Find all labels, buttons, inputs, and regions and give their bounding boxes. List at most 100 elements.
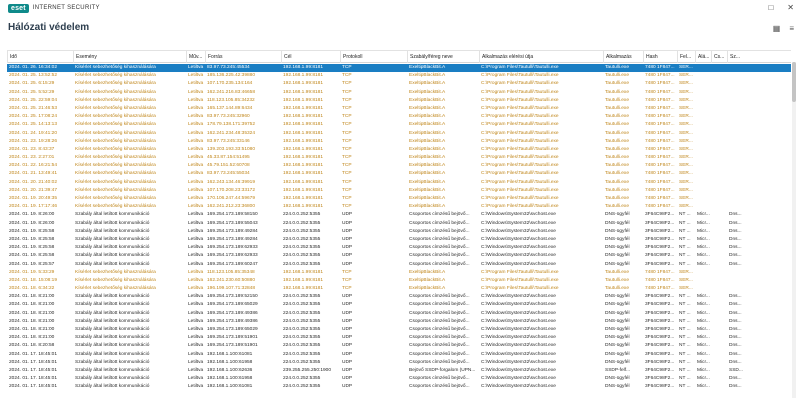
close-icon[interactable]: ✕ [787, 3, 794, 13]
scrollbar-thumb[interactable] [792, 62, 796, 102]
table-cell: 224.0.0.252:5355 [283, 384, 321, 390]
table-cell [711, 318, 727, 326]
table-row[interactable]: 2024. 01. 25. 5:52:29 Kísérlet sebezhetős… [7, 89, 791, 97]
table-cell: NT ... [679, 343, 691, 349]
table-cell: 2024. 01. 20. 21:40:02 [9, 179, 58, 185]
table-row[interactable]: 2024. 01. 19. 20:49:35 Kísérlet sebezhető… [7, 195, 791, 203]
table-cell: 224.0.0.252:5355 [283, 327, 321, 332]
table-row[interactable]: 2024. 01. 18. 8:20:58 Szabály által letil… [7, 342, 791, 350]
table-row[interactable]: 2024. 01. 18. 8:21:00 Szabály által letil… [7, 318, 791, 326]
table-cell [727, 130, 757, 138]
table-row[interactable]: 2024. 01. 19. 8:25:57 Szabály által letil… [7, 261, 791, 269]
table-row[interactable]: 2024. 01. 18. 8:21:00 Szabály által letil… [7, 326, 791, 334]
table-cell: 2024. 01. 19. 8:25:58 [9, 236, 55, 242]
table-cell [727, 113, 757, 121]
table-cell: C:\Program Files\Tautulli\Tautulli.exe [481, 114, 559, 120]
menu-icon[interactable]: ≡ [789, 25, 794, 33]
table-row[interactable]: 2024. 01. 25. 17:08:24 Kísérlet sebezhető… [7, 113, 791, 121]
table-cell: TCP [342, 196, 352, 201]
column-header[interactable]: Műv... [186, 51, 205, 63]
table-cell: TCP [342, 146, 352, 152]
table-cell: Kísérlet sebezhetőség kihasználására [75, 171, 156, 177]
table-cell: 3F64C98F2... [645, 294, 675, 300]
table-cell: Tautulli.exe [605, 146, 629, 152]
table-row[interactable]: 2024. 01. 19. 8:26:00 Szabály által letil… [7, 220, 791, 228]
table-row[interactable]: 2024. 01. 19. 8:25:58 Szabály által letil… [7, 252, 791, 260]
table-cell [711, 261, 727, 269]
table-cell: ExeltipBlackBit.A [409, 122, 446, 128]
column-header[interactable]: Hash [643, 51, 677, 63]
table-row[interactable]: 2024. 01. 18. 15:08:19 Kísérlet sebezhető… [7, 277, 791, 285]
table-row[interactable]: 2024. 01. 25. 13:52:52 Kísérlet sebezhető… [7, 72, 791, 80]
column-header[interactable]: Cs... [711, 51, 727, 63]
table-cell: NT ... [679, 253, 691, 259]
table-cell: Tautulli.exe [605, 73, 629, 79]
table-row[interactable]: 2024. 01. 19. 8:26:00 Szabály által letil… [7, 211, 791, 219]
table-row[interactable]: 2024. 01. 25. 14:13:13 Kísérlet sebezhető… [7, 121, 791, 129]
table-cell: SER... [679, 179, 693, 185]
table-cell: NT ... [679, 351, 691, 357]
column-header[interactable]: Sz... [727, 51, 757, 63]
table-cell: SER... [679, 114, 693, 120]
table-row[interactable]: 2024. 01. 19. 5:33:29 Kísérlet sebezhetős… [7, 269, 791, 277]
table-cell: 3F64C98F2... [645, 327, 675, 332]
column-header[interactable]: Idő [7, 51, 73, 63]
table-row[interactable]: 2024. 01. 25. 22:59:04 Kísérlet sebezhető… [7, 97, 791, 105]
table-cell [711, 342, 727, 350]
table-cell: Szabály által letiltott kommunikáció [75, 228, 150, 234]
table-cell: Tautulli.exe [605, 130, 629, 136]
table-cell: Tautulli.exe [605, 163, 629, 169]
table-row[interactable]: 2024. 01. 23. 19:28:26 Kísérlet sebezhető… [7, 138, 791, 146]
table-cell: 192.168.1.99:8181 [283, 286, 324, 292]
table-cell: 192.168.1.99:8181 [283, 155, 324, 161]
table-row[interactable]: 2024. 01. 17. 18:45:01 Szabály által leti… [7, 375, 791, 383]
vertical-scrollbar[interactable] [792, 62, 796, 398]
table-cell: Kísérlet sebezhetőség kihasználására [75, 155, 156, 161]
column-header[interactable]: Cél [281, 51, 340, 63]
column-header[interactable]: Fel... [677, 51, 695, 63]
table-row[interactable]: 2024. 01. 25. 6:15:29 Kísérlet sebezhetős… [7, 80, 791, 88]
table-row[interactable]: 2024. 01. 18. 8:21:00 Szabály által letil… [7, 310, 791, 318]
table-row[interactable]: 2024. 01. 19. 8:25:58 Szabály által letil… [7, 244, 791, 252]
table-row[interactable]: 2024. 01. 19. 8:25:58 Szabály által letil… [7, 228, 791, 236]
table-cell: 3F64C98F2... [645, 228, 675, 234]
table-row[interactable]: 2024. 01. 18. 8:21:00 Szabály által letil… [7, 334, 791, 342]
column-header[interactable]: Forrás [205, 51, 281, 63]
table-row[interactable]: 2024. 01. 17. 18:45:01 Szabály által leti… [7, 383, 791, 391]
table-row[interactable]: 2024. 01. 23. 2:27:01 Kísérlet sebezhetős… [7, 154, 791, 162]
table-row[interactable]: 2024. 01. 18. 6:34:22 Kísérlet sebezhetős… [7, 285, 791, 293]
table-cell: TCP [342, 204, 352, 210]
table-cell: 2024. 01. 25. 5:52:29 [9, 89, 55, 95]
table-cell: SER... [679, 163, 693, 169]
table-cell: 192.168.1.99:8181 [283, 269, 324, 275]
table-row[interactable]: 2024. 01. 19. 17:17:46 Kísérlet sebezhető… [7, 203, 791, 211]
table-row[interactable]: 2024. 01. 22. 16:21:54 Kísérlet sebezhető… [7, 162, 791, 170]
table-row[interactable]: 2024. 01. 19. 8:25:58 Szabály által letil… [7, 236, 791, 244]
table-row[interactable]: 2024. 01. 17. 18:45:01 Szabály által leti… [7, 359, 791, 367]
column-header[interactable]: Esemény [73, 51, 186, 63]
table-row[interactable]: 2024. 01. 24. 19:41:20 Kísérlet sebezhető… [7, 130, 791, 138]
table-row[interactable]: 2024. 01. 26. 16:34:02 Kísérlet sebezhető… [7, 64, 791, 73]
table-row[interactable]: 2024. 01. 25. 21:46:53 Kísérlet sebezhető… [7, 105, 791, 113]
table-row[interactable]: 2024. 01. 17. 18:45:01 Szabály által leti… [7, 367, 791, 375]
table-row[interactable]: 2024. 01. 21. 13:49:41 Kísérlet sebezhető… [7, 170, 791, 178]
table-settings-icon[interactable]: ▦ [773, 25, 781, 33]
column-header[interactable]: Alá... [695, 51, 711, 63]
table-cell: NT ... [679, 335, 691, 341]
table-row[interactable]: 2024. 01. 18. 8:21:00 Szabály által letil… [7, 301, 791, 309]
table-cell: Letiltva [188, 294, 204, 300]
table-cell: Szabály által letiltott kommunikáció [75, 318, 150, 324]
table-row[interactable]: 2024. 01. 17. 18:45:01 Szabály által leti… [7, 351, 791, 359]
table-row[interactable]: 2024. 01. 20. 21:40:02 Kísérlet sebezhető… [7, 179, 791, 187]
table-cell [727, 80, 757, 88]
table-row[interactable]: 2024. 01. 20. 21:39:47 Kísérlet sebezhető… [7, 187, 791, 195]
maximize-icon[interactable]: □ [768, 3, 773, 13]
column-header[interactable]: Protokoll [340, 51, 407, 63]
table-row[interactable]: 2024. 01. 18. 8:21:00 Szabály által letil… [7, 293, 791, 301]
column-header[interactable]: Alkalmazás [603, 51, 643, 63]
column-header[interactable]: Szabály/féreg neve [407, 51, 479, 63]
table-cell: 2024. 01. 18. 8:21:00 [9, 318, 55, 324]
table-row[interactable]: 2024. 01. 23. 8:43:37 Kísérlet sebezhetős… [7, 146, 791, 154]
column-header[interactable]: Alkalmazás elérési útja [479, 51, 603, 63]
table-cell: Csoportos címzésű bejövő... [409, 220, 470, 226]
